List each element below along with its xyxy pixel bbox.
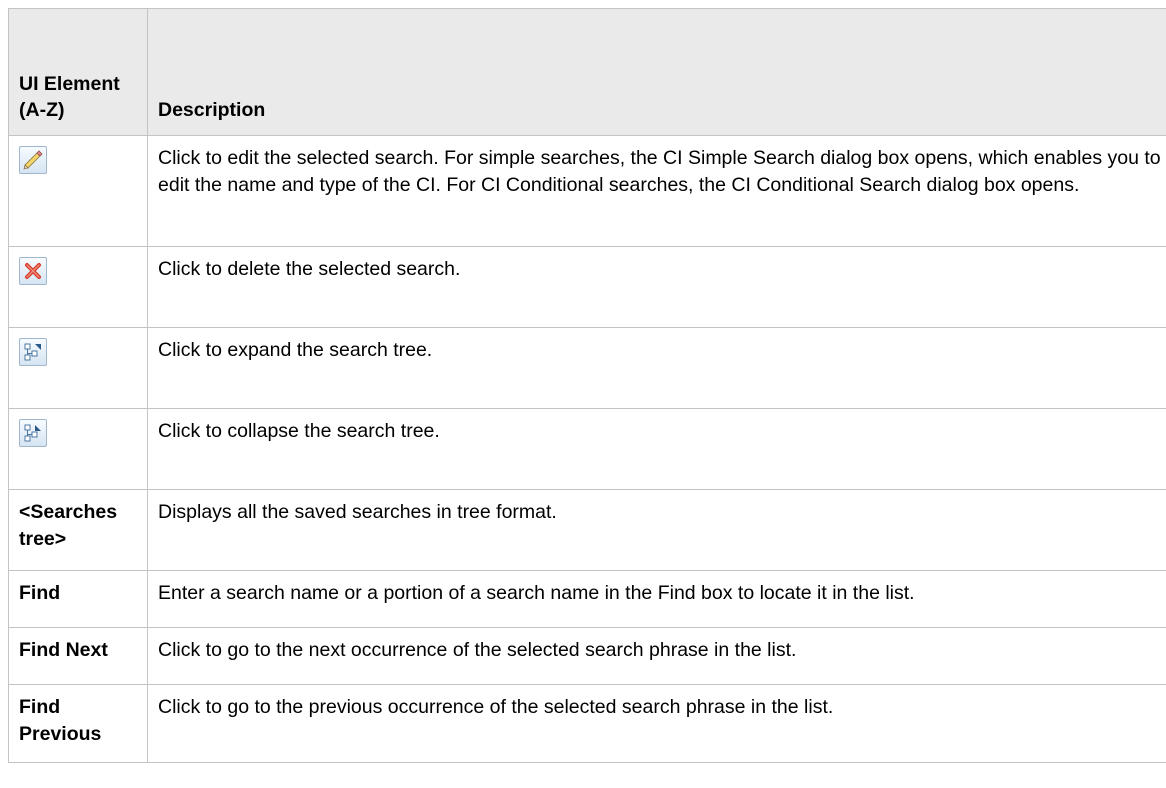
- table-row: Click to edit the selected search. For s…: [8, 135, 1166, 247]
- description-cell: Click to go to the next occurrence of th…: [147, 627, 1166, 685]
- ui-element-cell: [8, 246, 148, 328]
- collapse-tree-icon: [19, 419, 47, 447]
- ui-element-cell: [8, 135, 148, 247]
- description-cell: Click to delete the selected search.: [147, 246, 1166, 328]
- table-header-row: UI Element (A-Z) Description: [8, 8, 1166, 136]
- ui-elements-table: UI Element (A-Z) Description Click to ed…: [8, 8, 1166, 763]
- table-row: Click to collapse the search tree.: [8, 408, 1166, 490]
- table-row: Click to delete the selected search.: [8, 246, 1166, 328]
- ui-element-cell: [8, 408, 148, 490]
- description-cell: Click to expand the search tree.: [147, 327, 1166, 409]
- table-row: <Searches tree> Displays all the saved s…: [8, 489, 1166, 571]
- column-header-ui-element: UI Element (A-Z): [8, 8, 148, 136]
- delete-x-icon: [19, 257, 47, 285]
- ui-element-cell: <Searches tree>: [8, 489, 148, 571]
- table-row: Find Next Click to go to the next occurr…: [8, 627, 1166, 685]
- description-cell: Enter a search name or a portion of a se…: [147, 570, 1166, 628]
- table-row: Click to expand the search tree.: [8, 327, 1166, 409]
- description-cell: Click to go to the previous occurrence o…: [147, 684, 1166, 763]
- column-header-description: Description: [147, 8, 1166, 136]
- ui-element-cell: Find Previous: [8, 684, 148, 763]
- table-row: Find Enter a search name or a portion of…: [8, 570, 1166, 628]
- edit-pencil-icon: [19, 146, 47, 174]
- description-cell: Click to collapse the search tree.: [147, 408, 1166, 490]
- description-cell: Click to edit the selected search. For s…: [147, 135, 1166, 247]
- ui-element-cell: Find: [8, 570, 148, 628]
- description-cell: Displays all the saved searches in tree …: [147, 489, 1166, 571]
- ui-element-cell: [8, 327, 148, 409]
- expand-tree-icon: [19, 338, 47, 366]
- table-row: Find Previous Click to go to the previou…: [8, 684, 1166, 763]
- ui-element-cell: Find Next: [8, 627, 148, 685]
